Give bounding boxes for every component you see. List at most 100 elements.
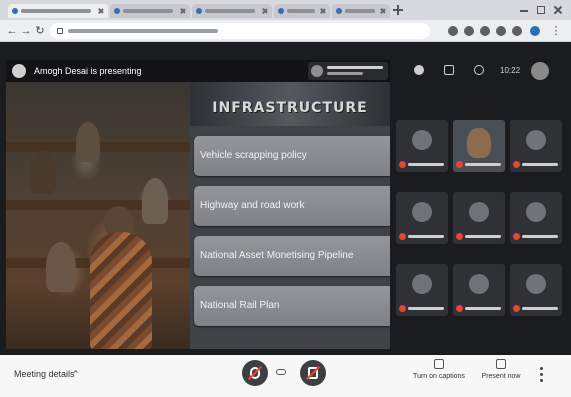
slide-title: INFRASTRUCTURE [212, 100, 368, 116]
tab-favicon-icon [336, 8, 342, 14]
microphone-button[interactable] [242, 360, 268, 386]
present-now-label: Present now [481, 373, 521, 380]
video-figure [142, 178, 168, 224]
meet-window: Amogh Desai is presenting INFRASTRUCTURE [0, 42, 571, 355]
address-bar[interactable] [50, 23, 430, 39]
presenting-bar: Amogh Desai is presenting [6, 60, 390, 82]
extension-icon[interactable] [464, 26, 474, 36]
presenting-label: Amogh Desai is presenting [34, 66, 142, 76]
new-tab-icon[interactable] [393, 5, 403, 15]
tab-close-icon[interactable] [180, 8, 186, 14]
participant-tile[interactable] [396, 120, 448, 172]
presentation-stage: Amogh Desai is presenting INFRASTRUCTURE [6, 60, 390, 349]
mic-off-icon [513, 305, 520, 312]
reload-icon[interactable]: ↻ [34, 25, 46, 37]
participant-name [522, 235, 558, 238]
participant-name [522, 163, 558, 166]
present-now-button[interactable]: Present now [472, 359, 530, 393]
participant-name [408, 163, 444, 166]
browser-tab[interactable] [8, 4, 108, 18]
chat-icon[interactable] [444, 65, 454, 75]
browser-menu-icon[interactable]: ⋮ [550, 25, 562, 37]
minimize-icon[interactable] [520, 6, 528, 14]
tab-close-icon[interactable] [262, 8, 268, 14]
slide-bullet-text: Vehicle scrapping policy [200, 150, 307, 161]
chevron-up-icon[interactable]: ⌃ [72, 369, 80, 380]
presenter-avatar [12, 64, 26, 78]
presentation-slide: INFRASTRUCTURE Vehicle scrapping policy … [190, 82, 390, 349]
participant-grid: 10:22 [396, 60, 565, 349]
participant-tile[interactable] [453, 264, 505, 316]
participant-tile[interactable] [453, 192, 505, 244]
participant-tile[interactable] [510, 192, 562, 244]
tab-title [287, 9, 315, 13]
extension-icon[interactable] [480, 26, 490, 36]
url-text [68, 29, 218, 33]
tab-close-icon[interactable] [98, 8, 104, 14]
avatar [526, 202, 546, 222]
tab-close-icon[interactable] [380, 8, 386, 14]
participant-name [465, 307, 501, 310]
participant-name [408, 307, 444, 310]
pinned-participant[interactable] [308, 62, 388, 80]
profile-avatar-icon[interactable] [530, 26, 540, 36]
avatar [412, 130, 432, 150]
shared-video [6, 82, 190, 349]
participant-tile[interactable] [510, 264, 562, 316]
mic-off-icon [456, 161, 463, 168]
avatar [412, 202, 432, 222]
captions-icon [434, 359, 444, 369]
slide-bullet: Highway and road work [194, 186, 390, 226]
forward-arrow-icon[interactable]: → [20, 25, 32, 37]
lock-icon [57, 28, 63, 34]
activities-icon[interactable] [474, 65, 484, 75]
more-options-icon[interactable] [540, 367, 544, 383]
avatar [526, 274, 546, 294]
mic-off-icon [513, 233, 520, 240]
video-figure [46, 242, 76, 292]
hang-up-icon[interactable] [276, 369, 286, 375]
grid-toolbar: 10:22 [396, 60, 565, 82]
close-window-icon[interactable] [554, 6, 562, 14]
participant-tile[interactable] [453, 120, 505, 172]
slide-bullet: Vehicle scrapping policy [194, 136, 390, 176]
self-avatar[interactable] [531, 62, 549, 80]
tab-favicon-icon [12, 8, 18, 14]
tab-close-icon[interactable] [320, 8, 326, 14]
mic-off-icon [399, 305, 406, 312]
participant-tile[interactable] [396, 192, 448, 244]
camera-button[interactable] [300, 360, 326, 386]
extension-icon[interactable] [448, 26, 458, 36]
participant-tile[interactable] [396, 264, 448, 316]
tab-title [21, 9, 91, 13]
participant-video [467, 128, 491, 158]
slide-bullet: National Asset Monetising Pipeline [194, 236, 390, 276]
people-icon[interactable] [414, 65, 424, 75]
slide-title-band: INFRASTRUCTURE [190, 82, 390, 126]
participant-name [465, 163, 501, 166]
avatar [469, 202, 489, 222]
browser-tab[interactable] [110, 4, 190, 18]
browser-tab-bar [0, 0, 571, 20]
meeting-details-button[interactable]: Meeting details [14, 369, 75, 379]
extension-icon[interactable] [496, 26, 506, 36]
maximize-icon[interactable] [537, 6, 545, 14]
back-arrow-icon[interactable]: ← [6, 25, 18, 37]
captions-button[interactable]: Turn on captions [410, 359, 468, 393]
avatar [412, 274, 432, 294]
tab-favicon-icon [278, 8, 284, 14]
extension-icon[interactable] [512, 26, 522, 36]
meeting-controls: Meeting details ⌃ Turn on captions Prese… [0, 355, 571, 397]
participant-tile[interactable] [510, 120, 562, 172]
browser-tab[interactable] [332, 4, 390, 18]
browser-tab[interactable] [192, 4, 272, 18]
slide-bullet-text: Highway and road work [200, 200, 305, 211]
captions-label: Turn on captions [413, 373, 465, 380]
participant-name [408, 235, 444, 238]
browser-tab[interactable] [274, 4, 330, 18]
participant-name [465, 235, 501, 238]
slide-bullet: National Rail Plan [194, 286, 390, 326]
avatar [526, 130, 546, 150]
tab-title [345, 9, 375, 13]
mic-off-icon [399, 161, 406, 168]
